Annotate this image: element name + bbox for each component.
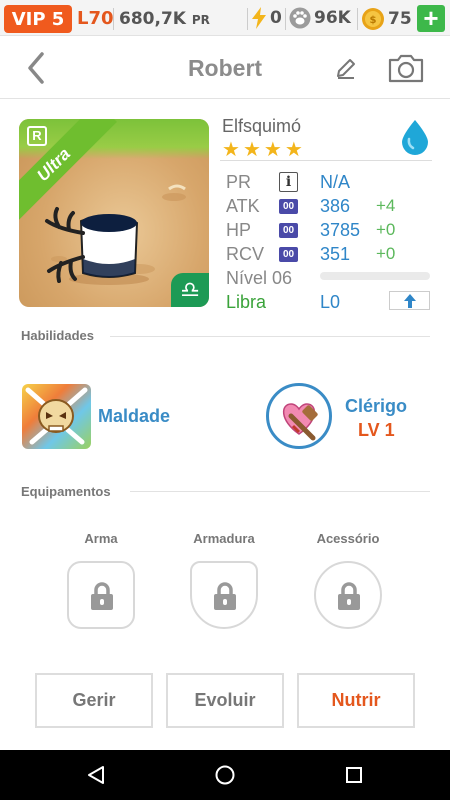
- atk-label: ATK: [226, 196, 260, 216]
- class-icon[interactable]: [266, 383, 332, 449]
- lock-icon: [91, 582, 113, 610]
- rarity-letter-badge: R: [27, 126, 47, 146]
- paws-value: 96K: [314, 8, 351, 28]
- weapon-slot[interactable]: [67, 561, 135, 629]
- pet-name: Elfsquimó: [222, 116, 302, 136]
- status-bar: VIP 5 L70 680,7K PR 0 96K $ 75 +: [0, 0, 450, 36]
- pet-portrait[interactable]: Ultra R ♎: [19, 119, 209, 307]
- system-nav-bar: [0, 750, 450, 800]
- divider: [113, 8, 114, 30]
- hp-bonus: +0: [376, 220, 396, 239]
- xp-progress-bar: [320, 272, 430, 280]
- weapon-slot-label: Arma: [84, 531, 118, 546]
- paw-icon: [289, 7, 311, 29]
- nav-recents-icon[interactable]: [343, 764, 365, 786]
- vip-badge[interactable]: VIP 5: [4, 5, 72, 33]
- energy-counter[interactable]: 0: [251, 7, 282, 29]
- class-level: LV 1: [358, 420, 395, 440]
- hp-label: HP: [226, 220, 252, 240]
- divider: [130, 491, 430, 492]
- star-icon: ★: [242, 139, 261, 161]
- divider: [110, 336, 430, 337]
- rcv-badge: 00: [279, 247, 298, 262]
- camera-icon[interactable]: [387, 52, 425, 84]
- player-pr-value: 680,7K: [119, 9, 186, 29]
- arrow-up-icon: [403, 293, 416, 308]
- coins-counter[interactable]: $ 75: [361, 7, 412, 31]
- rcv-value: 351: [320, 244, 351, 264]
- water-drop-icon: [402, 120, 428, 155]
- zodiac-badge: ♎: [171, 273, 209, 307]
- lock-icon: [214, 582, 236, 610]
- pr-value: N/A: [320, 172, 351, 192]
- class-name: Clérigo: [345, 396, 408, 416]
- star-icon: ★: [222, 139, 240, 161]
- nav-back-icon[interactable]: [85, 764, 107, 786]
- armor-slot-label: Armadura: [193, 531, 255, 546]
- accessory-slot-label: Acessório: [316, 531, 380, 546]
- skill-name[interactable]: Maldade: [98, 406, 170, 427]
- skill-image[interactable]: [22, 384, 91, 449]
- add-currency-button[interactable]: +: [417, 5, 445, 32]
- paws-counter[interactable]: 96K: [289, 7, 351, 29]
- armor-slot[interactable]: [190, 561, 258, 629]
- hp-badge: 00: [279, 223, 298, 238]
- star-icon: ★: [263, 139, 282, 161]
- level-label: Nível 06: [226, 268, 293, 288]
- atk-value: 386: [320, 196, 351, 216]
- coins-value: 75: [388, 9, 412, 29]
- divider: [285, 8, 286, 30]
- rcv-label: RCV: [226, 244, 265, 264]
- nav-home-icon[interactable]: [214, 764, 236, 786]
- atk-bonus: +4: [376, 196, 396, 215]
- edit-icon[interactable]: [334, 56, 358, 80]
- accessory-slot[interactable]: [314, 561, 382, 629]
- zodiac-level: L0: [320, 292, 341, 312]
- equipment-section-title: Equipamentos: [21, 484, 111, 499]
- hp-value: 3785: [320, 220, 361, 240]
- manage-button[interactable]: Gerir: [35, 673, 153, 728]
- evolve-button[interactable]: Evoluir: [166, 673, 284, 728]
- divider: [247, 8, 248, 30]
- divider: [220, 160, 432, 161]
- header: Robert: [0, 37, 450, 99]
- player-pr: 680,7K PR: [119, 9, 210, 29]
- pr-label: PR: [226, 172, 252, 192]
- lock-icon: [338, 582, 360, 610]
- player-level: L70: [77, 8, 114, 29]
- coin-icon: $: [362, 8, 384, 30]
- pet-creature-image: [45, 207, 149, 285]
- divider: [357, 8, 358, 30]
- skill-skull-icon: [25, 387, 88, 445]
- feed-button[interactable]: Nutrir: [297, 673, 415, 728]
- info-icon[interactable]: i: [279, 172, 298, 192]
- star-icon: ★: [284, 139, 303, 161]
- player-pr-unit: PR: [191, 13, 210, 27]
- upgrade-zodiac-button[interactable]: [389, 291, 430, 310]
- lightning-icon: [252, 7, 266, 29]
- abilities-section-title: Habilidades: [21, 328, 94, 343]
- page-title: Robert: [187, 55, 263, 81]
- svg-text:$: $: [370, 15, 377, 26]
- atk-badge: 00: [279, 199, 298, 214]
- zodiac-sign: Libra: [226, 292, 267, 312]
- rcv-bonus: +0: [376, 244, 396, 263]
- star-rating: ★ ★ ★ ★: [222, 139, 303, 161]
- heart-hammer-icon: [283, 403, 318, 441]
- energy-value: 0: [270, 8, 282, 28]
